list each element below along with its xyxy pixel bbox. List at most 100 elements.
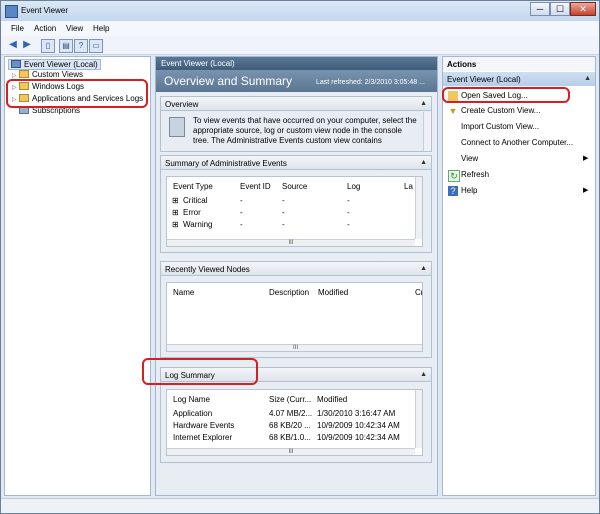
actions-group-header[interactable]: Event Viewer (Local) ▲ <box>443 72 595 86</box>
table-cell: - <box>282 220 285 229</box>
table-cell: 68 KB/20 ... <box>269 421 311 430</box>
table-cell: - <box>282 208 285 217</box>
menu-bar: File Action View Help <box>1 21 599 36</box>
admin-events-table: Event Type Event ID Source Log La ⊞ Crit… <box>166 176 423 247</box>
column-header[interactable]: Log Name <box>173 395 210 404</box>
close-button[interactable]: ✕ <box>570 2 596 16</box>
table-cell: - <box>240 208 243 217</box>
admin-events-vscrollbar[interactable] <box>415 177 422 239</box>
table-cell: - <box>240 220 243 229</box>
overview-scrollbar[interactable] <box>423 112 431 151</box>
minimize-button[interactable]: ─ <box>530 2 550 16</box>
table-cell: - <box>240 196 243 205</box>
filter-icon: ▼ <box>448 106 458 116</box>
actions-group-label: Event Viewer (Local) <box>447 75 521 84</box>
table-cell: Error <box>183 208 201 217</box>
help-icon[interactable]: ? <box>74 39 88 53</box>
menu-view[interactable]: View <box>66 24 83 33</box>
properties-icon[interactable]: ▤ <box>59 39 73 53</box>
recent-nodes-table: Name Description Modified Cr III <box>166 282 423 352</box>
refresh-icon: ↻ <box>448 170 460 182</box>
tree-root-label: Event Viewer (Local) <box>24 60 98 69</box>
log-summary-vscrollbar[interactable] <box>415 390 422 448</box>
tree-item-label: Custom Views <box>32 70 83 79</box>
action-refresh[interactable]: Refresh <box>461 170 489 179</box>
menu-help[interactable]: Help <box>93 24 109 33</box>
column-header[interactable]: Modified <box>318 288 348 297</box>
submenu-arrow-icon: ▶ <box>583 187 589 194</box>
action-help[interactable]: Help <box>461 186 477 195</box>
table-cell: 1/30/2010 3:16:47 AM <box>317 409 396 418</box>
last-refreshed: Last refreshed: 2/3/2010 3:05:48 ... <box>316 79 425 86</box>
action-create-custom-view[interactable]: Create Custom View... <box>461 106 540 115</box>
admin-events-hscrollbar[interactable]: III <box>167 239 415 246</box>
back-arrow-icon[interactable]: ◀ <box>7 39 19 51</box>
overview-banner: Overview and Summary Last refreshed: 2/3… <box>156 70 437 92</box>
column-header[interactable]: Log <box>347 182 360 191</box>
section-title: Overview <box>165 100 199 109</box>
highlight-annotation <box>442 87 570 103</box>
folder-icon <box>19 70 29 78</box>
maximize-button[interactable]: ☐ <box>550 2 570 16</box>
column-header[interactable]: Description <box>269 288 309 297</box>
expand-box-icon[interactable]: ⊞ <box>172 220 179 229</box>
action-view[interactable]: View <box>461 154 478 163</box>
table-cell: 68 KB/1.0... <box>269 433 311 442</box>
column-header[interactable]: Modified <box>317 395 347 404</box>
collapse-caret-icon[interactable]: ▲ <box>420 159 427 166</box>
highlight-annotation <box>6 79 148 108</box>
highlight-annotation <box>142 358 258 385</box>
column-header[interactable]: La <box>404 182 413 191</box>
admin-events-header[interactable]: Summary of Administrative Events ▲ <box>161 156 431 170</box>
table-cell: Hardware Events <box>173 421 235 430</box>
title-bar[interactable]: Event Viewer <box>1 1 599 21</box>
column-header[interactable]: Source <box>282 182 307 191</box>
page-title: Overview and Summary <box>164 74 293 88</box>
action-connect-computer[interactable]: Connect to Another Computer... <box>461 138 573 147</box>
collapse-caret-icon[interactable]: ▲ <box>420 265 427 272</box>
show-hide-console-tree-icon[interactable]: ▯ <box>41 39 55 53</box>
recent-nodes-hscrollbar[interactable]: III <box>167 344 422 351</box>
table-cell: Application <box>173 409 213 418</box>
table-cell: - <box>347 196 350 205</box>
tree-item-custom-views[interactable]: ▷ Custom Views <box>12 70 83 79</box>
column-header[interactable]: Size (Curr... <box>269 395 311 404</box>
recent-nodes-header[interactable]: Recently Viewed Nodes ▲ <box>161 262 431 276</box>
menu-action[interactable]: Action <box>34 24 56 33</box>
table-cell: - <box>347 220 350 229</box>
table-cell: 4.07 MB/2... <box>269 409 313 418</box>
show-hide-action-pane-icon[interactable]: ▭ <box>89 39 103 53</box>
collapse-caret-icon[interactable]: ▲ <box>584 75 591 82</box>
overview-header[interactable]: Overview ▲ <box>161 97 431 111</box>
collapse-caret-icon[interactable]: ▲ <box>420 100 427 107</box>
column-header[interactable]: Cr <box>415 288 422 297</box>
action-import-custom-view[interactable]: Import Custom View... <box>461 122 539 131</box>
help-icon: ? <box>448 186 458 196</box>
window-title: Event Viewer <box>21 6 68 15</box>
table-cell: 10/9/2009 10:42:34 AM <box>317 421 400 430</box>
table-cell: Warning <box>183 220 213 229</box>
actions-title: Actions <box>443 57 595 71</box>
console-tree <box>4 56 151 496</box>
log-summary-table: Log Name Size (Curr... Modified Applicat… <box>166 389 423 456</box>
column-header[interactable]: Name <box>173 288 194 297</box>
log-summary-hscrollbar[interactable]: III <box>167 448 415 455</box>
overview-icon <box>169 117 185 137</box>
section-title: Summary of Administrative Events <box>165 159 287 168</box>
column-header[interactable]: Event Type <box>173 182 213 191</box>
tree-root[interactable]: Event Viewer (Local) <box>8 59 101 70</box>
menu-file[interactable]: File <box>11 24 24 33</box>
expand-arrow-icon[interactable]: ▷ <box>12 72 19 79</box>
center-pane-header: Event Viewer (Local) <box>156 57 437 70</box>
expand-box-icon[interactable]: ⊞ <box>172 208 179 217</box>
submenu-arrow-icon: ▶ <box>583 155 589 162</box>
table-cell: Internet Explorer <box>173 433 233 442</box>
expand-box-icon[interactable]: ⊞ <box>172 196 179 205</box>
collapse-caret-icon[interactable]: ▲ <box>420 371 427 378</box>
forward-arrow-icon[interactable]: ▶ <box>21 39 33 51</box>
table-cell: 10/9/2009 10:42:34 AM <box>317 433 400 442</box>
overview-section: Overview ▲ To view events that have occu… <box>160 96 432 152</box>
column-header[interactable]: Event ID <box>240 182 271 191</box>
table-cell: - <box>347 208 350 217</box>
status-bar <box>1 498 599 513</box>
